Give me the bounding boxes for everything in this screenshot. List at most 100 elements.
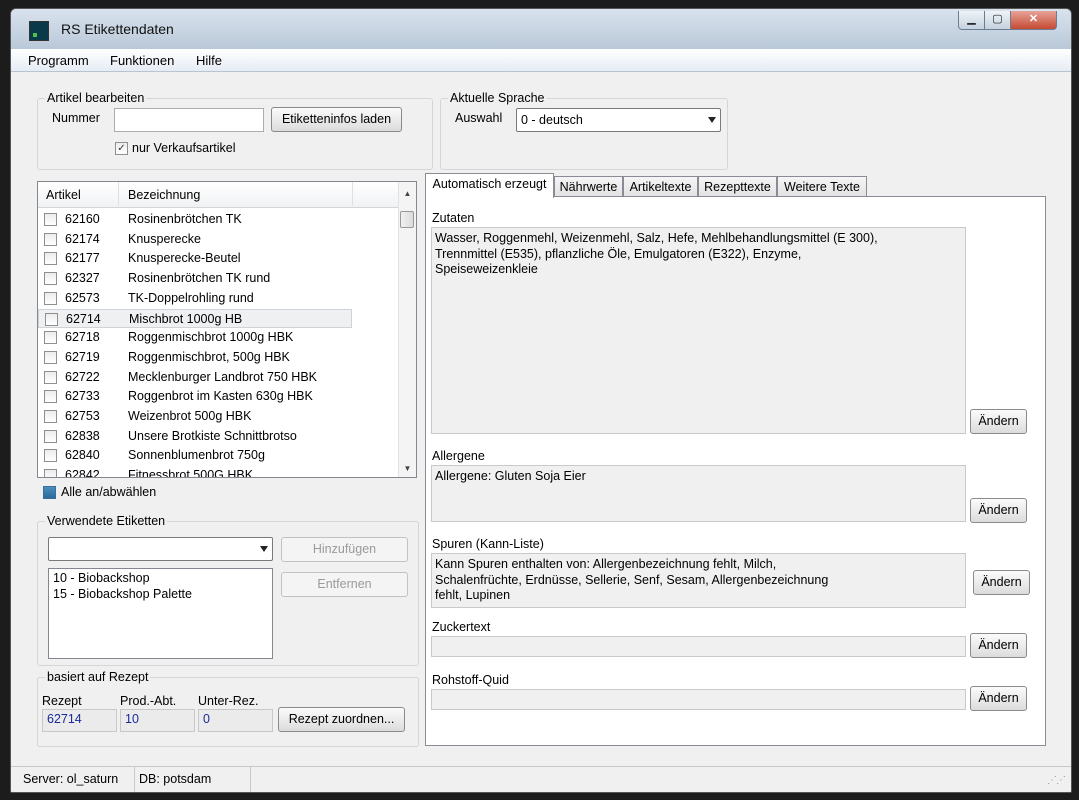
add-label-button[interactable]: Hinzufügen (281, 537, 408, 562)
row-name: Unsere Brotkiste Schnittbrotso (128, 428, 297, 443)
col-bezeichnung[interactable]: Bezeichnung (128, 188, 200, 202)
zucker-change-button[interactable]: Ändern (970, 633, 1027, 658)
row-checkbox[interactable] (44, 331, 57, 345)
row-number: 62327 (65, 271, 100, 286)
row-name: Sonnenblumenbrot 750g (128, 448, 265, 463)
auswahl-label: Auswahl (455, 111, 503, 125)
menu-programm[interactable]: Programm (28, 53, 89, 68)
col-artikel[interactable]: Artikel (46, 188, 81, 202)
assign-recipe-button[interactable]: Rezept zuordnen... (278, 707, 405, 732)
used-labels-list[interactable]: 10 - Biobackshop 15 - Biobackshop Palett… (48, 568, 273, 659)
menu-funktionen[interactable]: Funktionen (110, 53, 174, 68)
tab-naehrwerte[interactable]: Nährwerte (554, 176, 623, 196)
row-checkbox[interactable] (44, 232, 57, 246)
table-row[interactable]: 62838 Unsere Brotkiste Schnittbrotso (38, 427, 397, 446)
table-row[interactable]: 62719 Roggenmischbrot, 500g HBK (38, 348, 397, 367)
row-checkbox[interactable] (44, 291, 57, 305)
rohstoff-change-button[interactable]: Ändern (970, 686, 1027, 711)
maximize-button[interactable]: ▢ (984, 11, 1011, 30)
remove-label-button[interactable]: Entfernen (281, 572, 408, 597)
row-checkbox[interactable] (44, 252, 57, 266)
rezept-field: 62714 (42, 709, 117, 732)
table-row[interactable]: 62573 TK-Doppelrohling rund (38, 289, 397, 308)
sprache-group: Aktuelle Sprache Auswahl 0 - deutsch (440, 91, 728, 170)
row-name: Weizenbrot 500g HBK (128, 409, 252, 423)
row-checkbox[interactable] (44, 272, 57, 286)
title-bar[interactable]: RS Etikettendaten ▁ ▢ ✕ (11, 9, 1071, 50)
row-checkbox[interactable] (44, 429, 57, 443)
close-button[interactable]: ✕ (1010, 11, 1057, 30)
zutaten-change-button[interactable]: Ändern (970, 409, 1027, 434)
row-checkbox[interactable] (44, 410, 57, 423)
row-checkbox[interactable] (44, 350, 57, 364)
zucker-label: Zuckertext (432, 620, 491, 634)
status-db: DB: potsdam (135, 767, 251, 792)
table-row[interactable]: 62714 Mischbrot 1000g HB (38, 308, 352, 328)
list-scrollbar[interactable]: ▲ ▼ (398, 182, 416, 477)
etiketten-group-label: Verwendete Etiketten (45, 514, 168, 528)
row-number: 62719 (65, 349, 100, 364)
table-row[interactable]: 62160 Rosinenbrötchen TK (38, 210, 397, 229)
unter-label: Unter-Rez. (198, 694, 259, 708)
menu-hilfe[interactable]: Hilfe (196, 53, 222, 68)
row-checkbox[interactable] (44, 469, 57, 477)
table-row[interactable]: 62722 Mecklenburger Landbrot 750 HBK (38, 368, 397, 387)
table-row[interactable]: 62840 Sonnenblumenbrot 750g (38, 446, 397, 465)
language-selected: 0 - deutsch (521, 113, 583, 127)
resize-grip-icon[interactable]: ⋰⋰ (1047, 775, 1066, 786)
nummer-input[interactable] (114, 108, 264, 132)
load-label-info-button[interactable]: Etiketteninfos laden (271, 107, 402, 132)
select-all-label: Alle an/abwählen (61, 485, 157, 499)
row-checkbox[interactable] (44, 390, 57, 404)
article-list[interactable]: Artikel Bezeichnung 62160 Rosinenbrötchen… (37, 181, 417, 478)
select-all-checkbox[interactable] (43, 486, 56, 499)
row-checkbox[interactable] (44, 370, 57, 384)
main-window: RS Etikettendaten ▁ ▢ ✕ Programm Funktio… (10, 8, 1072, 793)
list-item[interactable]: 10 - Biobackshop (53, 570, 268, 586)
menu-bar: Programm Funktionen Hilfe (11, 49, 1071, 72)
table-row[interactable]: 62327 Rosinenbrötchen TK rund (38, 269, 397, 288)
minimize-button[interactable]: ▁ (958, 11, 985, 30)
row-number: 62733 (65, 389, 100, 404)
table-row[interactable]: 62174 Knusperecke (38, 230, 397, 249)
only-sales-checkbox[interactable]: ✓ (115, 142, 128, 155)
allergene-change-button[interactable]: Ändern (970, 498, 1027, 523)
list-header: Artikel Bezeichnung (38, 182, 416, 208)
label-select[interactable] (48, 537, 273, 561)
spuren-change-button[interactable]: Ändern (973, 570, 1030, 595)
scroll-up-icon[interactable]: ▲ (399, 186, 416, 202)
status-bar: Server: ol_saturn DB: potsdam ⋰⋰ (11, 766, 1071, 792)
row-number: 62722 (65, 369, 100, 384)
row-number: 62174 (65, 231, 100, 246)
row-name: Mischbrot 1000g HB (129, 311, 243, 326)
nummer-label: Nummer (52, 111, 100, 125)
table-row[interactable]: 62177 Knusperecke-Beutel (38, 249, 397, 268)
unter-field: 0 (198, 709, 273, 732)
window-title: RS Etikettendaten (61, 21, 174, 37)
table-row[interactable]: 62733 Roggenbrot im Kasten 630g HBK (38, 387, 397, 406)
row-checkbox[interactable] (44, 213, 57, 226)
row-name: Rosinenbrötchen TK (128, 212, 242, 226)
tab-automatisch[interactable]: Automatisch erzeugt (425, 173, 554, 198)
list-item[interactable]: 15 - Biobackshop Palette (53, 586, 268, 602)
status-server: Server: ol_saturn (19, 767, 135, 792)
row-checkbox[interactable] (44, 449, 57, 463)
row-checkbox[interactable] (45, 312, 58, 326)
tab-weitere-texte[interactable]: Weitere Texte (777, 176, 867, 196)
tab-rezepttexte[interactable]: Rezepttexte (698, 176, 777, 196)
rezept-label: Rezept (42, 694, 82, 708)
scroll-thumb[interactable] (400, 211, 414, 228)
row-name: Fitnessbrot 500G HBK (128, 468, 254, 478)
row-number: 62573 (65, 290, 100, 305)
scroll-down-icon[interactable]: ▼ (399, 461, 416, 477)
table-row[interactable]: 62842 Fitnessbrot 500G HBK (38, 466, 397, 478)
table-row[interactable]: 62753 Weizenbrot 500g HBK (38, 407, 397, 426)
language-select[interactable]: 0 - deutsch (516, 108, 721, 132)
tab-artikeltexte[interactable]: Artikeltexte (623, 176, 698, 196)
row-name: Roggenmischbrot, 500g HBK (128, 349, 290, 364)
rezept-group-label: basiert auf Rezept (45, 670, 151, 684)
rezept-group: basiert auf Rezept Rezept Prod.-Abt. Unt… (37, 670, 419, 747)
chevron-down-icon (708, 117, 716, 123)
table-row[interactable]: 62718 Roggenmischbrot 1000g HBK (38, 328, 397, 347)
row-name: Knusperecke-Beutel (128, 251, 241, 266)
